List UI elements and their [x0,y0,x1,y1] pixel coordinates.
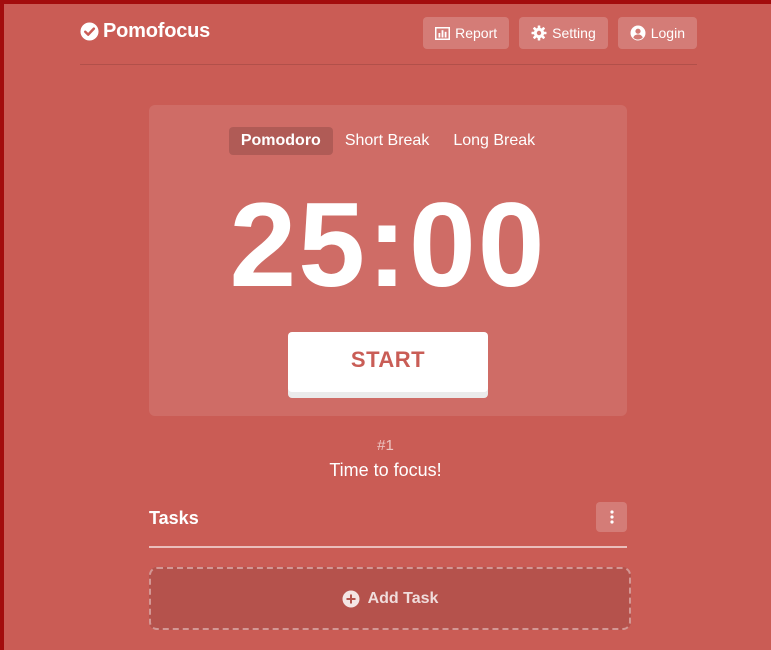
focus-message: Time to focus! [329,460,442,480]
brand-logo[interactable]: Pomofocus [80,20,210,43]
mode-tabs: Pomodoro Short Break Long Break [149,127,627,155]
tab-short-break[interactable]: Short Break [333,127,441,155]
timer-display: 25:00 [229,178,547,312]
tasks-header: Tasks [149,502,627,534]
tab-pomodoro[interactable]: Pomodoro [228,127,333,155]
session-number[interactable]: #1 [0,437,771,454]
tasks-menu-button[interactable] [596,502,627,532]
bar-chart-icon [435,26,451,40]
tab-long-break[interactable]: Long Break [441,127,547,155]
login-button[interactable]: Login [617,17,697,49]
check-circle-icon [80,22,99,41]
vertical-dots-icon [609,510,614,524]
start-button[interactable]: START [288,332,488,392]
plus-circle-icon [342,590,360,607]
top-nav: Report Setting Login [423,17,697,49]
report-button[interactable]: Report [423,17,510,49]
setting-button[interactable]: Setting [519,17,608,49]
gear-icon [531,25,547,41]
add-task-label: Add Task [367,589,439,607]
add-task-button[interactable]: Add Task [149,567,631,630]
timer-card: Pomodoro Short Break Long Break 25:00 ST… [149,105,627,416]
header: Pomofocus Report Setting Login [80,17,697,51]
user-circle-icon [630,25,646,41]
tasks-title: Tasks [149,508,199,528]
header-divider [80,64,697,65]
report-label: Report [455,25,498,41]
login-label: Login [650,25,685,41]
brand-name: Pomofocus [103,20,211,42]
setting-label: Setting [552,25,596,41]
tasks-divider [149,546,627,548]
